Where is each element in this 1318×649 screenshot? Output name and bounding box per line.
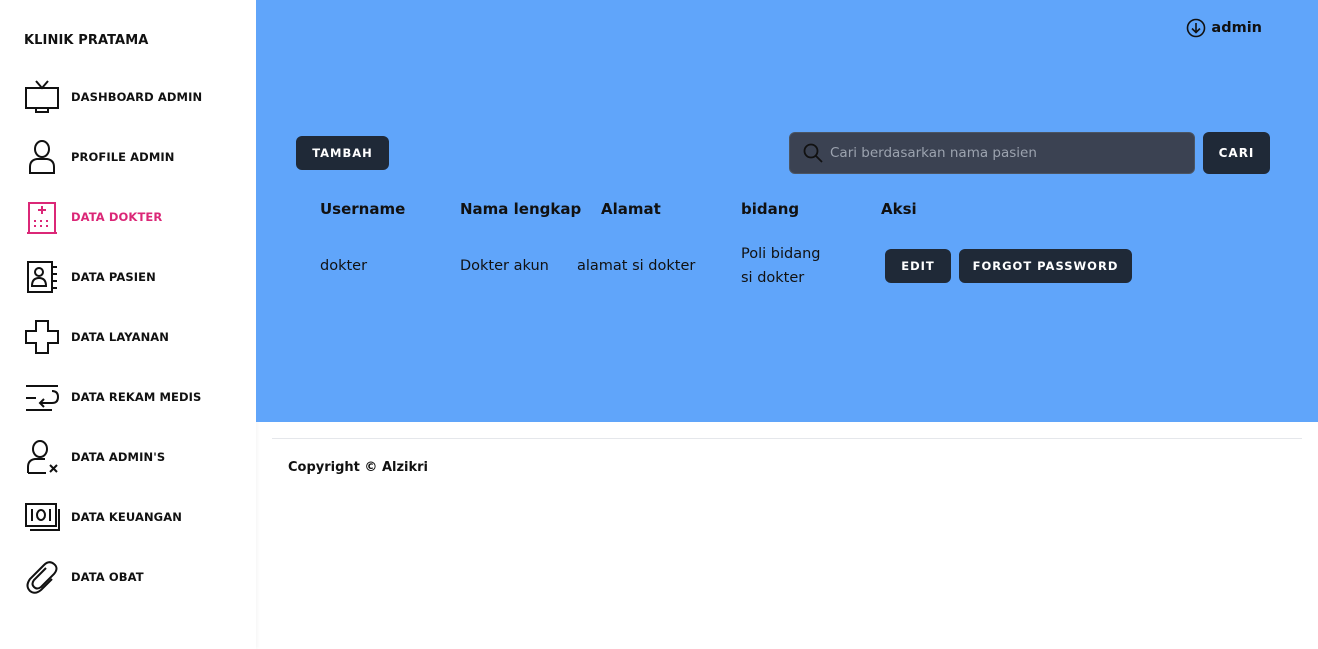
cell-bidang-line2: si dokter: [741, 270, 805, 286]
search-button[interactable]: CARI: [1203, 132, 1270, 174]
paperclip-icon: [24, 559, 60, 595]
sidebar-item-data-dokter[interactable]: DATA DOKTER: [24, 197, 244, 237]
tv-icon: [24, 79, 60, 115]
cell-bidang-line1: Poli bidang: [741, 246, 821, 262]
forgot-password-button[interactable]: FORGOT PASSWORD: [959, 249, 1132, 283]
sidebar-item-label: DATA DOKTER: [71, 210, 163, 224]
hospital-icon: [24, 199, 60, 235]
money-icon: [24, 499, 60, 535]
user-menu[interactable]: admin: [1186, 18, 1262, 38]
column-header-username: Username: [320, 200, 406, 218]
sidebar-item-label: DATA REKAM MEDIS: [71, 390, 202, 404]
sidebar-item-label: DATA ADMIN'S: [71, 450, 166, 464]
sidebar-item-data-admins[interactable]: DATA ADMIN'S: [24, 437, 244, 477]
search-icon: [803, 143, 823, 163]
column-header-bidang: bidang: [741, 200, 800, 218]
edit-button[interactable]: EDIT: [885, 249, 951, 283]
main-panel: admin TAMBAH CARI Username Nama lengkap …: [256, 0, 1318, 422]
search-box: [789, 132, 1195, 174]
sidebar-item-label: PROFILE ADMIN: [71, 150, 175, 164]
cell-username: dokter: [320, 258, 368, 274]
sidebar-item-data-rekam-medis[interactable]: DATA REKAM MEDIS: [24, 377, 244, 417]
sidebar-item-data-layanan[interactable]: DATA LAYANAN: [24, 317, 244, 357]
medical-cross-icon: [24, 319, 60, 355]
user-remove-icon: [24, 439, 60, 475]
sidebar: KLINIK PRATAMA DASHBOARD ADMIN PROFILE A…: [0, 0, 256, 649]
sidebar-item-data-obat[interactable]: DATA OBAT: [24, 557, 244, 597]
sidebar-item-data-keuangan[interactable]: DATA KEUANGAN: [24, 497, 244, 537]
brand-title: KLINIK PRATAMA: [24, 33, 149, 48]
add-button[interactable]: TAMBAH: [296, 136, 389, 170]
search-input[interactable]: [830, 145, 1180, 161]
sidebar-item-label: DATA LAYANAN: [71, 330, 170, 344]
column-header-nama-lengkap: Nama lengkap: [460, 200, 582, 218]
sidebar-item-label: DATA PASIEN: [71, 270, 156, 284]
column-header-aksi: Aksi: [881, 200, 917, 218]
sidebar-item-data-pasien[interactable]: DATA PASIEN: [24, 257, 244, 297]
user-name: admin: [1211, 20, 1262, 36]
sidebar-item-label: DATA OBAT: [71, 570, 144, 584]
cell-nama-lengkap: Dokter akun: [460, 258, 549, 274]
circle-arrow-down-icon: [1187, 18, 1206, 38]
return-list-icon: [24, 379, 60, 415]
sidebar-item-label: DASHBOARD ADMIN: [71, 90, 203, 104]
footer-copyright: Copyright © Alzikri: [288, 460, 428, 475]
sidebar-item-dashboard-admin[interactable]: DASHBOARD ADMIN: [24, 77, 244, 117]
sidebar-item-label: DATA KEUANGAN: [71, 510, 182, 524]
column-header-alamat: Alamat: [601, 200, 661, 218]
user-icon: [24, 139, 60, 175]
contact-book-icon: [24, 259, 60, 295]
sidebar-item-profile-admin[interactable]: PROFILE ADMIN: [24, 137, 244, 177]
cell-alamat: alamat si dokter: [577, 258, 696, 274]
footer-divider: [272, 438, 1302, 439]
